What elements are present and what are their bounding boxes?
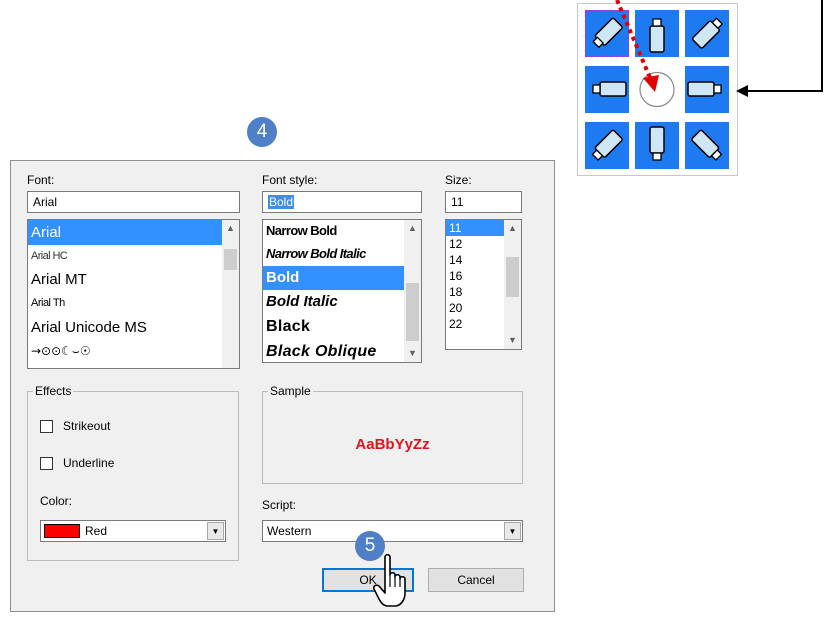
style-item-bold-italic[interactable]: Bold Italic (263, 290, 404, 314)
script-label: Script: (262, 498, 297, 512)
font-label: Font: (27, 173, 55, 187)
size-label: Size: (445, 173, 472, 187)
underline-label: Underline (63, 456, 115, 470)
style-item-black-oblique[interactable]: Black Oblique (263, 339, 404, 362)
compass-cell-south-west[interactable] (585, 122, 629, 169)
chevron-down-icon[interactable]: ▼ (504, 522, 521, 540)
sample-text: AaBbYyZz (355, 436, 430, 453)
color-select[interactable]: Red ▼ (40, 520, 226, 542)
size-item[interactable]: 14 (446, 252, 504, 268)
scroll-down-icon[interactable]: ▼ (504, 332, 521, 349)
hand-cursor-icon (373, 553, 406, 607)
dotted-arrow-icon (615, 0, 659, 92)
style-item-bold[interactable]: Bold (263, 266, 404, 290)
font-style-input[interactable]: Bold (262, 191, 422, 213)
style-item-narrow-bold[interactable]: Narrow Bold (263, 220, 404, 242)
size-list[interactable]: 11 12 14 16 18 20 22 ▲ ▼ (445, 219, 522, 350)
font-style-value: Bold (268, 195, 295, 209)
font-item-arial-hc[interactable]: Arial HC (28, 245, 222, 268)
script-select[interactable]: Western ▼ (262, 520, 523, 542)
underline-checkbox[interactable] (40, 457, 53, 470)
size-input[interactable]: 11 (445, 191, 522, 213)
strikeout-checkbox[interactable] (40, 420, 53, 433)
font-style-list[interactable]: Narrow Bold Narrow Bold Italic Bold Bold… (262, 219, 422, 363)
scroll-up-icon[interactable]: ▲ (222, 220, 239, 237)
font-style-label: Font style: (262, 173, 318, 187)
scroll-up-icon[interactable]: ▲ (404, 220, 421, 237)
step-4-badge: 4 (247, 117, 277, 147)
font-item-arial-th[interactable]: Arial Th (28, 292, 222, 315)
scroll-thumb[interactable] (406, 283, 419, 341)
color-swatch (44, 524, 80, 538)
sample-group: Sample AaBbYyZz (262, 384, 523, 484)
font-input[interactable]: Arial (27, 191, 240, 213)
scroll-thumb[interactable] (506, 257, 519, 297)
size-item[interactable]: 11 (446, 220, 504, 236)
font-dialog: Font: Arial Arial Arial HC Arial MT Aria… (10, 160, 555, 612)
font-item-arial[interactable]: Arial (28, 220, 222, 245)
font-style-scrollbar[interactable]: ▲ ▼ (404, 220, 421, 362)
compass-cell-east[interactable] (685, 66, 729, 113)
size-item[interactable]: 22 (446, 316, 504, 332)
font-item-arial-unicode-ms[interactable]: Arial Unicode MS (28, 315, 222, 340)
font-item-symbol[interactable]: →⊙⊙☾⌣☉ (28, 340, 222, 362)
size-item[interactable]: 18 (446, 284, 504, 300)
size-item[interactable]: 20 (446, 300, 504, 316)
compass-cell-south[interactable] (635, 122, 679, 169)
scroll-up-icon[interactable]: ▲ (504, 220, 521, 237)
style-item-black[interactable]: Black (263, 314, 404, 339)
sample-title: Sample (268, 384, 313, 398)
scroll-down-icon[interactable]: ▼ (404, 345, 421, 362)
compass-cell-south-east[interactable] (685, 122, 729, 169)
size-item[interactable]: 12 (446, 236, 504, 252)
connector-arrow-icon (736, 0, 823, 97)
cancel-button[interactable]: Cancel (428, 568, 524, 592)
color-value: Red (85, 524, 108, 538)
scroll-thumb[interactable] (224, 249, 237, 270)
compass-cell-north-east[interactable] (685, 10, 729, 57)
color-label: Color: (40, 494, 73, 508)
strikeout-label: Strikeout (63, 419, 111, 433)
font-list[interactable]: Arial Arial HC Arial MT Arial Th Arial U… (27, 219, 240, 369)
size-item[interactable]: 16 (446, 268, 504, 284)
font-list-scrollbar[interactable]: ▲ ▼ (222, 220, 239, 368)
font-item-arial-mt[interactable]: Arial MT (28, 268, 222, 292)
script-value: Western (267, 524, 312, 538)
size-scrollbar[interactable]: ▲ ▼ (504, 220, 521, 349)
style-item-narrow-bold-italic[interactable]: Narrow Bold Italic (263, 242, 404, 266)
effects-title: Effects (33, 384, 74, 398)
chevron-down-icon[interactable]: ▼ (207, 522, 224, 540)
